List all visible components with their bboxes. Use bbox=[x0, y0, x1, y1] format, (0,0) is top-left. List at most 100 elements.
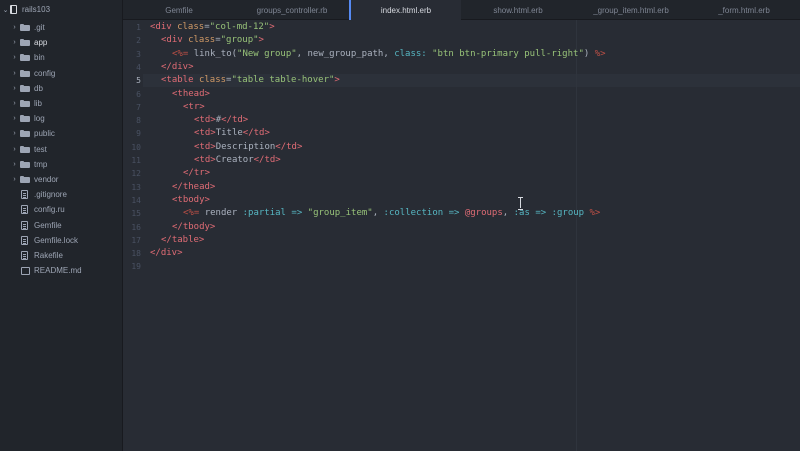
line-number: 15 bbox=[131, 209, 141, 219]
code-token: "New group" bbox=[237, 48, 297, 59]
code-line[interactable]: </tr> bbox=[183, 167, 210, 180]
code-token: <thead> bbox=[172, 88, 210, 99]
code-token: </td> bbox=[253, 155, 281, 165]
tree-item-label: config bbox=[34, 68, 56, 78]
tree-item-bin[interactable]: › bin bbox=[0, 50, 122, 65]
tree-item-git[interactable]: › .git bbox=[0, 20, 122, 35]
tree-item-test[interactable]: › test bbox=[0, 142, 122, 157]
code-line[interactable]: <%= link_to("New group", new_group_path,… bbox=[172, 48, 606, 61]
chevron-right-icon[interactable]: › bbox=[11, 54, 18, 61]
chevron-right-icon[interactable]: › bbox=[11, 115, 18, 122]
tree-item-tmp[interactable]: › tmp bbox=[0, 157, 122, 172]
chevron-right-icon[interactable]: › bbox=[11, 130, 18, 137]
line-number: 9 bbox=[136, 129, 141, 139]
chevron-right-icon[interactable]: › bbox=[11, 85, 18, 92]
code-line[interactable]: <td>#</td> bbox=[194, 114, 248, 127]
tree-item-vendor[interactable]: › vendor bbox=[0, 172, 122, 187]
chevron-right-icon[interactable]: › bbox=[11, 39, 18, 46]
code-token: </tbody> bbox=[172, 221, 216, 232]
code-line[interactable]: </table> bbox=[161, 234, 204, 247]
tab-groups-controller-rb[interactable]: groups_controller.rb bbox=[236, 0, 348, 20]
tree-item-label: config.ru bbox=[34, 205, 65, 215]
tree-item-public[interactable]: › public bbox=[0, 126, 122, 141]
line-number: 5 bbox=[136, 76, 141, 86]
code-line[interactable]: <div class="group"> bbox=[161, 34, 264, 47]
tree-item-label: log bbox=[34, 114, 45, 124]
code-line[interactable]: <div class="col-md-12"> bbox=[150, 21, 275, 34]
code-token: , new_group_path, bbox=[296, 48, 395, 59]
tree-item-lib[interactable]: › lib bbox=[0, 96, 122, 111]
tab-group-item-html-erb[interactable]: _group_item.html.erb bbox=[575, 0, 687, 20]
code-token: > bbox=[258, 35, 264, 46]
line-number: 7 bbox=[136, 102, 141, 112]
chevron-right-icon[interactable]: › bbox=[11, 100, 18, 107]
code-line[interactable]: <td>Description</td> bbox=[194, 141, 302, 154]
code-token: class bbox=[188, 35, 216, 46]
tree-item-readme-md[interactable]: README.md bbox=[0, 263, 122, 278]
folder-icon bbox=[20, 130, 30, 138]
code-token: "col-md-12" bbox=[209, 22, 270, 32]
tab-index-html-erb[interactable]: index.html.erb bbox=[349, 0, 461, 21]
tree-item-gitignore[interactable]: .gitignore bbox=[0, 187, 122, 202]
tree-item-label: .git bbox=[34, 23, 45, 32]
tree-item-gemfile-lock[interactable]: Gemfile.lock bbox=[0, 233, 122, 248]
code-line[interactable]: <thead> bbox=[172, 88, 210, 101]
folder-icon bbox=[20, 69, 30, 77]
tree-item-db[interactable]: › db bbox=[0, 81, 122, 96]
code-token: </tr> bbox=[183, 168, 211, 179]
code-line[interactable]: </div> bbox=[161, 61, 194, 74]
code-line[interactable]: </div> bbox=[150, 247, 183, 260]
tree-item-label: public bbox=[34, 129, 55, 139]
code-editor[interactable]: 1 2 3 4 5 6 7 8 9 10 11 12 13 14 15 16 17 18 19 <div class… bbox=[123, 20, 800, 451]
chevron-down-icon[interactable]: ⌄ bbox=[2, 6, 9, 14]
code-token: <div bbox=[150, 22, 178, 32]
code-token: "group_item" bbox=[307, 208, 373, 219]
line-number: 17 bbox=[131, 235, 141, 245]
code-line[interactable]: <tbody> bbox=[172, 194, 210, 207]
code-token: </td> bbox=[275, 141, 303, 152]
tree-item-gemfile[interactable]: Gemfile bbox=[0, 218, 122, 233]
line-number: 12 bbox=[131, 169, 141, 179]
tab-show-html-erb[interactable]: show.html.erb bbox=[462, 0, 574, 20]
chevron-right-icon[interactable]: › bbox=[11, 24, 18, 31]
code-token: %> bbox=[594, 48, 606, 59]
line-number: 13 bbox=[131, 182, 141, 192]
chevron-right-icon[interactable]: › bbox=[11, 176, 18, 183]
chevron-right-icon[interactable]: › bbox=[11, 146, 18, 153]
code-token: ) bbox=[583, 48, 595, 59]
tree-item-label: Rakefile bbox=[34, 251, 63, 260]
code-token: </td> bbox=[221, 115, 249, 126]
code-token: </td> bbox=[242, 128, 270, 139]
code-line[interactable]: <table class="table table-hover"> bbox=[161, 74, 340, 87]
chevron-right-icon[interactable]: › bbox=[11, 70, 18, 77]
file-icon bbox=[21, 235, 28, 245]
tree-item-log[interactable]: › log bbox=[0, 111, 122, 126]
code-token: "btn btn-primary pull-right" bbox=[432, 48, 584, 59]
tree-item-label: README.md bbox=[34, 266, 82, 276]
line-number: 6 bbox=[136, 89, 141, 99]
code-line[interactable]: <tr> bbox=[183, 101, 205, 114]
tree-item-rakefile[interactable]: Rakefile bbox=[0, 248, 122, 263]
file-icon bbox=[21, 220, 28, 230]
code-line[interactable]: <td>Creator</td> bbox=[194, 154, 281, 167]
tab-form-html-erb[interactable]: _form.html.erb bbox=[688, 0, 800, 20]
code-line[interactable]: <td>Title</td> bbox=[194, 127, 270, 140]
project-root[interactable]: ⌄ rails103 bbox=[0, 2, 122, 17]
wrap-guide bbox=[576, 20, 577, 451]
code-token: <div bbox=[161, 35, 189, 46]
project-name: rails103 bbox=[22, 5, 51, 14]
line-number: 3 bbox=[136, 49, 141, 59]
code-line[interactable]: </tbody> bbox=[172, 221, 215, 234]
file-icon bbox=[21, 251, 28, 260]
code-line[interactable]: </thead> bbox=[172, 181, 215, 194]
code-token: </table> bbox=[161, 234, 205, 245]
code-token: Description bbox=[215, 141, 276, 152]
chevron-right-icon[interactable]: › bbox=[11, 161, 18, 168]
tree-item-app[interactable]: › app bbox=[0, 35, 122, 50]
code-token: </div> bbox=[150, 248, 183, 259]
tree-item-label: vendor bbox=[34, 175, 59, 184]
code-line[interactable]: <%= render :partial => "group_item", :co… bbox=[183, 207, 600, 220]
tree-item-config[interactable]: › config bbox=[0, 66, 122, 81]
tab-gemfile[interactable]: Gemfile bbox=[123, 0, 235, 20]
tree-item-config-ru[interactable]: config.ru bbox=[0, 202, 122, 217]
